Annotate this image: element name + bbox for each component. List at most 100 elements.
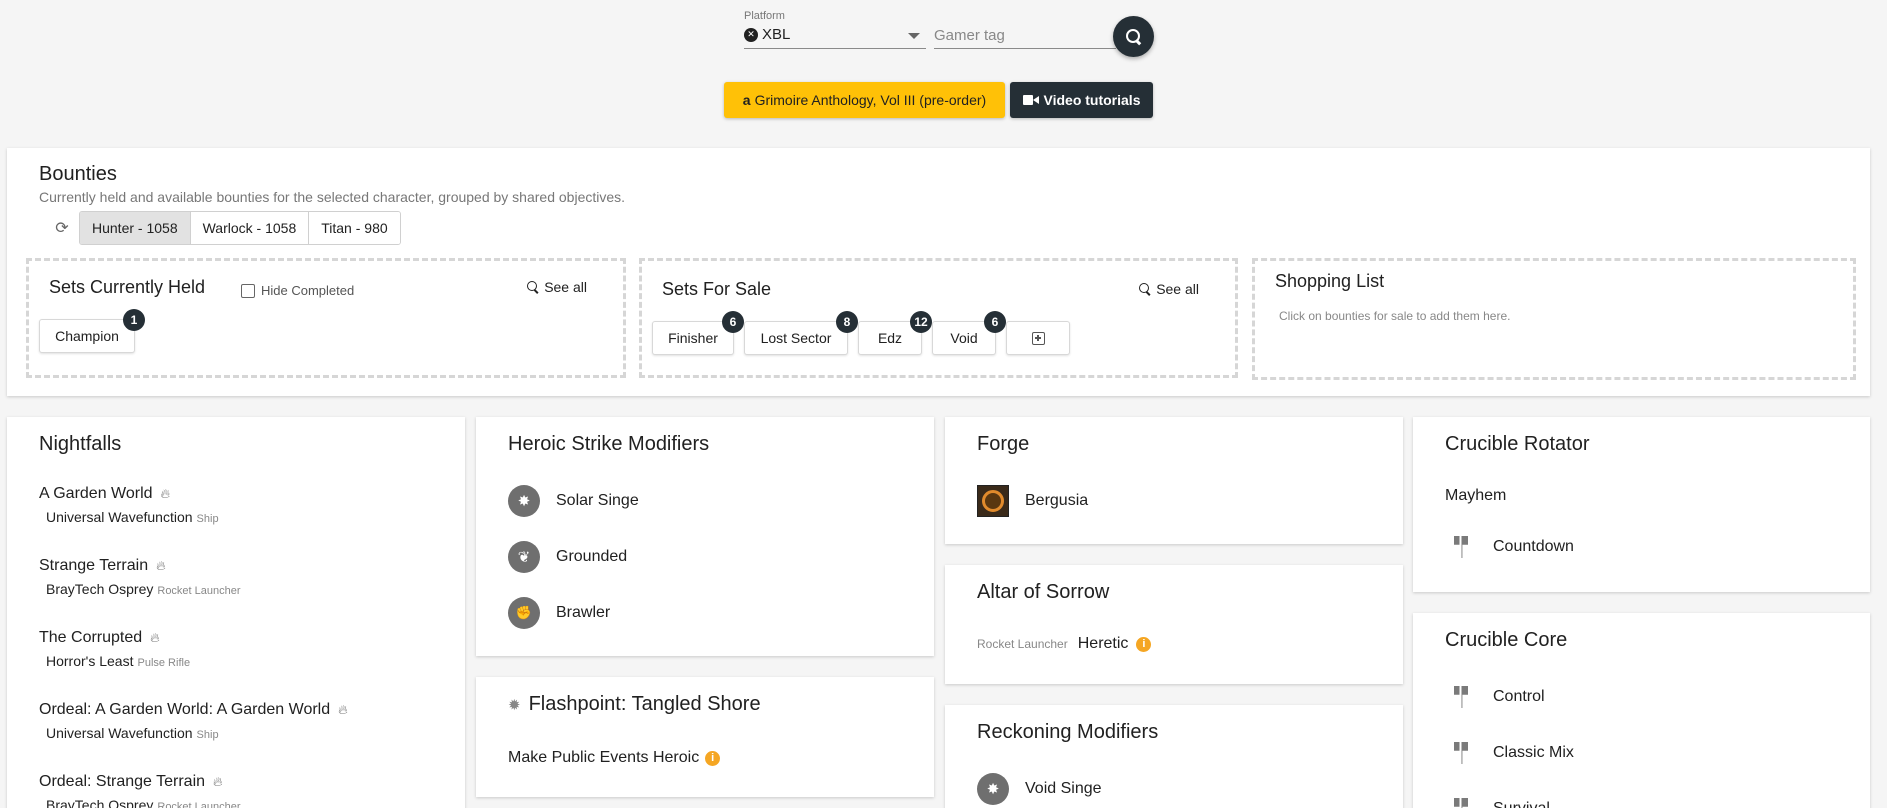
search-icon <box>1139 283 1151 295</box>
flashpoint-card: ✹ Flashpoint: Tangled Shore Make Public … <box>476 677 934 797</box>
nightfalls-card: Nightfalls A Garden World 🔥︎ Universal Wa… <box>7 417 465 808</box>
sets-currently-held: Sets Currently Held Hide Completed See a… <box>26 258 626 378</box>
modifier-item: Grounded <box>508 541 627 573</box>
gamertag-input[interactable] <box>934 22 1116 49</box>
crucible-icon <box>1445 681 1477 713</box>
chip-label: Void <box>950 330 978 346</box>
nightfall-name: Strange Terrain <box>39 557 149 574</box>
flashpoint-title: Flashpoint: Tangled Shore <box>528 693 761 715</box>
sale-see-all-label: See all <box>1156 281 1199 297</box>
modifier-name: Brawler <box>556 604 611 621</box>
nightfall-reward-type: Pulse Rifle <box>137 657 191 669</box>
rotator-mode: Mayhem <box>1445 487 1506 505</box>
grimoire-preorder-label: Grimoire Anthology, Vol III (pre-order) <box>754 92 987 108</box>
count-badge: 6 <box>722 311 744 333</box>
crucible-core-card: Crucible Core Control Classic Mix Surviv… <box>1413 613 1870 808</box>
flashpoint-item: Make Public Events Heroic i <box>508 749 721 767</box>
flashpoint-icon: ✹ <box>508 696 521 714</box>
crucible-rotator-title: Crucible Rotator <box>1445 433 1590 455</box>
tab-hunter[interactable]: Hunter - 1058 <box>80 212 191 244</box>
info-icon[interactable]: i <box>705 750 721 766</box>
grimoire-preorder-button[interactable]: a Grimoire Anthology, Vol III (pre-order… <box>724 82 1005 118</box>
nightfall-reward: Horror's Least <box>46 653 134 669</box>
platform-value-text: XBL <box>762 26 791 43</box>
nightfalls-title: Nightfalls <box>39 433 122 455</box>
crucible-icon <box>1445 793 1477 808</box>
reckoning-title: Reckoning Modifiers <box>977 721 1159 743</box>
platform-select[interactable]: Platform ✕ XBL <box>744 9 926 49</box>
held-see-all-label: See all <box>544 279 587 295</box>
reckoning-card: Reckoning Modifiers Void Singe <box>945 705 1403 808</box>
forge-item-name: Bergusia <box>1025 492 1089 509</box>
count-badge: 12 <box>910 311 932 333</box>
crucible-icon <box>1445 737 1477 769</box>
tab-titan[interactable]: Titan - 980 <box>309 212 400 244</box>
altar-item-name: Heretic <box>1077 635 1129 652</box>
crucible-core-title: Crucible Core <box>1445 629 1568 651</box>
bounties-card: Bounties Currently held and available bo… <box>7 148 1870 396</box>
nightfall-reward-type: Ship <box>196 513 219 525</box>
chip-label: Edz <box>877 330 903 346</box>
nightfall-name: The Corrupted <box>39 629 143 646</box>
refresh-icon[interactable]: ⟳ <box>50 216 74 240</box>
search-button[interactable] <box>1113 16 1154 57</box>
core-item: Classic Mix <box>1445 737 1574 769</box>
sale-see-all-button[interactable]: See all <box>1139 281 1199 297</box>
chip-champion[interactable]: Champion 1 <box>39 309 145 353</box>
heroic-modifiers-title: Heroic Strike Modifiers <box>508 433 710 455</box>
nightfall-reward: BrayTech Osprey <box>46 581 154 597</box>
tab-warlock[interactable]: Warlock - 1058 <box>190 212 310 244</box>
chip-label: Champion <box>55 328 119 344</box>
modifier-item: Void Singe <box>977 773 1102 805</box>
core-item-name: Classic Mix <box>1493 744 1574 761</box>
chip-label: Finisher <box>668 330 718 346</box>
plus-square-icon <box>1031 331 1045 345</box>
count-badge: 8 <box>836 311 858 333</box>
core-item-name: Control <box>1493 688 1545 705</box>
chip-edz[interactable]: Edz 12 <box>858 311 932 355</box>
xbox-icon: ✕ <box>744 27 758 42</box>
shopping-list-hint: Click on bounties for sale to add them h… <box>1279 309 1511 323</box>
core-item: Control <box>1445 681 1545 713</box>
flashpoint-heading: ✹ Flashpoint: Tangled Shore <box>508 693 761 716</box>
bounties-description: Currently held and available bounties fo… <box>39 189 626 205</box>
nightfall-reward-type: Ship <box>196 729 219 741</box>
crucible-rotator-card: Crucible Rotator Mayhem Countdown <box>1413 417 1870 592</box>
video-tutorials-label: Video tutorials <box>1043 92 1141 108</box>
hide-completed-toggle[interactable]: Hide Completed <box>241 283 354 298</box>
nightfall-reward: Universal Wavefunction <box>46 509 193 525</box>
bounties-title: Bounties <box>39 163 117 185</box>
core-item-name: Survival <box>1493 800 1550 808</box>
forge-title: Forge <box>977 433 1030 455</box>
platform-value: ✕ XBL <box>744 26 790 43</box>
brawler-icon <box>508 597 540 629</box>
shopping-list-title: Shopping List <box>1275 271 1385 291</box>
flame-icon: 🔥︎ <box>150 630 160 645</box>
count-badge: 6 <box>984 311 1006 333</box>
sets-held-title: Sets Currently Held <box>49 277 206 297</box>
altar-item: Rocket Launcher Heretic i <box>977 635 1152 653</box>
rotator-mode-name: Mayhem <box>1445 487 1507 504</box>
hide-completed-checkbox[interactable] <box>241 283 255 298</box>
add-set-button[interactable] <box>1006 321 1070 355</box>
chip-void[interactable]: Void 6 <box>932 311 1006 355</box>
modifier-item: Brawler <box>508 597 610 629</box>
crucible-icon <box>1445 531 1477 563</box>
held-see-all-button[interactable]: See all <box>527 279 587 295</box>
flame-icon: 🔥︎ <box>156 558 166 573</box>
chip-finisher[interactable]: Finisher 6 <box>652 311 744 355</box>
video-tutorials-button[interactable]: Video tutorials <box>1010 82 1153 118</box>
flame-icon: 🔥︎ <box>160 486 171 501</box>
chip-lost-sector[interactable]: Lost Sector 8 <box>744 311 858 355</box>
core-item: Survival <box>1445 793 1550 808</box>
info-icon[interactable]: i <box>1136 636 1152 652</box>
nightfall-reward: BrayTech Osprey <box>46 797 154 808</box>
solar-singe-icon <box>508 485 540 517</box>
video-camera-icon <box>1022 95 1039 105</box>
nightfall-name: Ordeal: A Garden World: A Garden World <box>39 701 331 718</box>
hide-completed-label: Hide Completed <box>261 283 355 298</box>
nightfall-reward-type: Rocket Launcher <box>157 801 241 808</box>
chevron-down-icon <box>908 33 920 39</box>
nightfall-name: A Garden World <box>39 485 153 502</box>
altar-title: Altar of Sorrow <box>977 581 1110 603</box>
